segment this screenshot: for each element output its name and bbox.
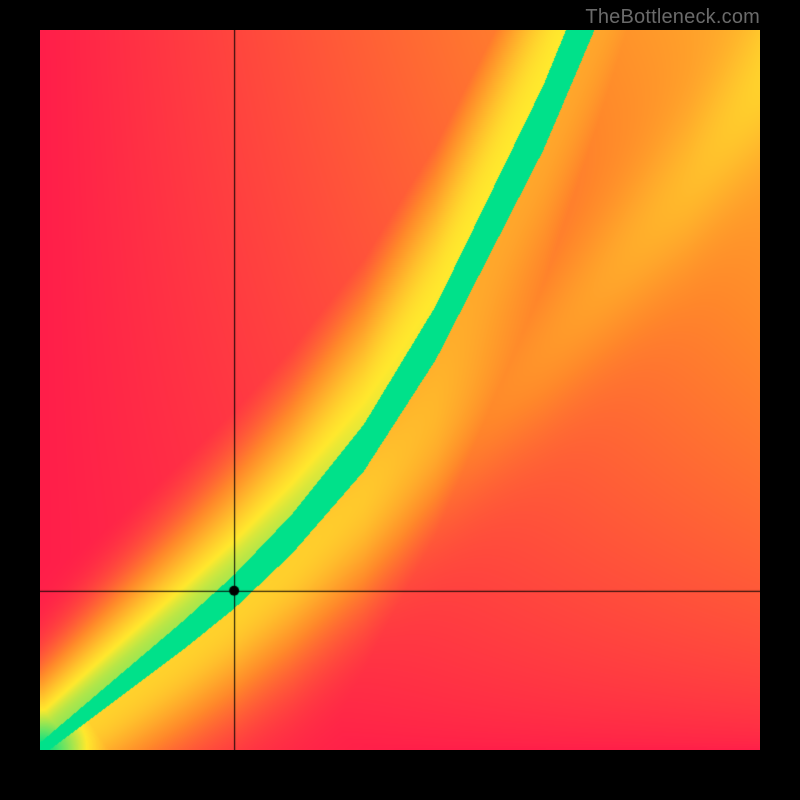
- watermark-text: TheBottleneck.com: [585, 6, 760, 29]
- chart-frame: TheBottleneck.com: [0, 0, 800, 800]
- heatmap-canvas: [40, 30, 760, 750]
- plot-area: [40, 30, 760, 750]
